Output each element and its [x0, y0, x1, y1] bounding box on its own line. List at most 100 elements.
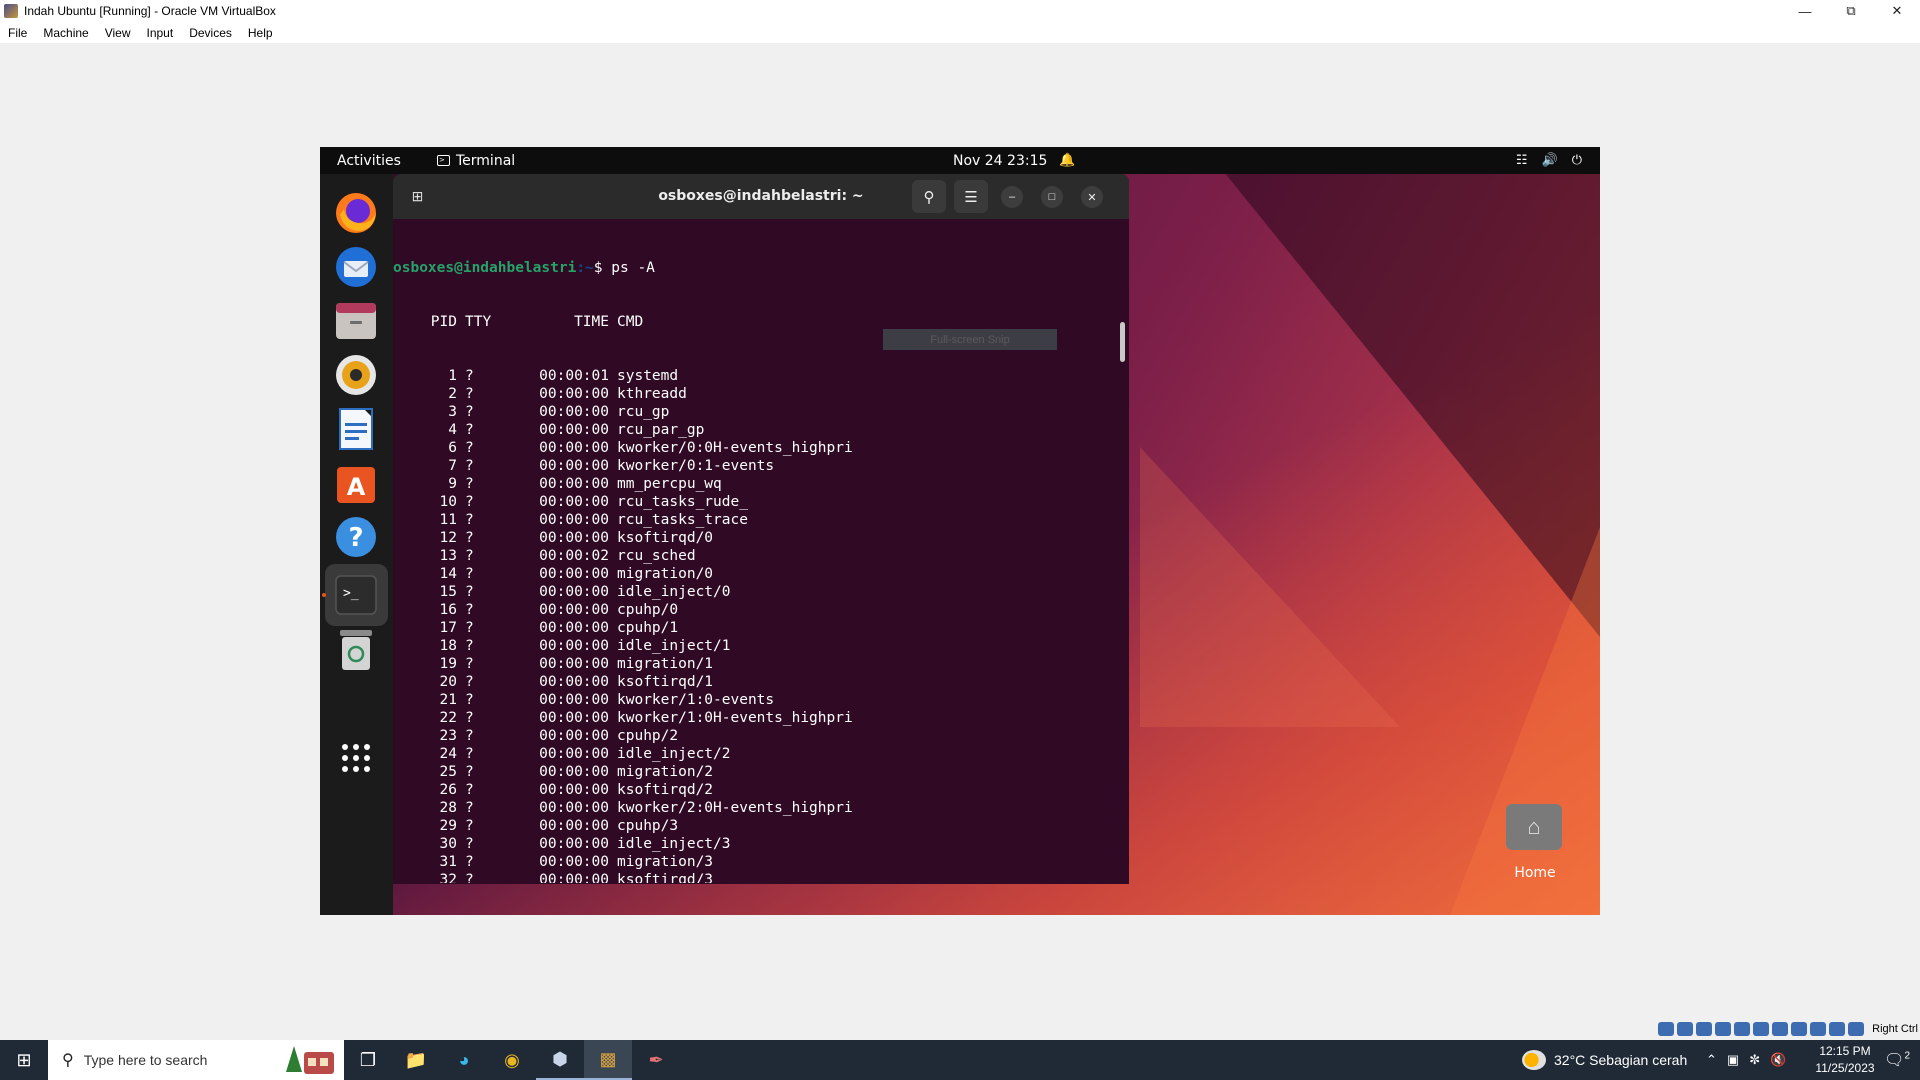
- cpu-icon[interactable]: [1810, 1022, 1826, 1036]
- svg-text:?: ?: [348, 523, 363, 553]
- libreoffice-writer-icon[interactable]: [333, 406, 379, 452]
- prompt-path: :~: [576, 260, 594, 276]
- taskbar-snipping-tool[interactable]: ✒: [632, 1040, 680, 1080]
- menu-view[interactable]: View: [97, 26, 139, 40]
- guest-screen[interactable]: Activities > Terminal Nov 24 23:15 🔔 ☷ 🔊…: [320, 147, 1600, 915]
- notification-center-button[interactable]: 🗨2: [1884, 1050, 1910, 1070]
- mouse-integration-icon[interactable]: [1829, 1022, 1845, 1036]
- process-time: 00:00:00: [539, 386, 609, 402]
- desktop-home-icon[interactable]: ⌂: [1506, 804, 1564, 852]
- process-tty: ?: [465, 872, 474, 883]
- terminal-window[interactable]: ⊞ osboxes@indahbelastri: ~ ⚲ ☰ – □ ✕ osb…: [393, 174, 1129, 884]
- process-cmd: idle_inject/0: [617, 584, 731, 600]
- usb-icon[interactable]: [1734, 1022, 1750, 1036]
- terminal-scrollbar[interactable]: [1120, 322, 1125, 362]
- camera-icon[interactable]: ▣: [1727, 1052, 1739, 1068]
- weather-widget[interactable]: 32°C Sebagian cerah: [1522, 1040, 1687, 1080]
- running-indicator: [322, 593, 326, 597]
- close-icon[interactable]: ✕: [1874, 0, 1920, 22]
- process-row: 16? 00:00:00 cpuhp/0: [393, 601, 1129, 619]
- taskbar-edge[interactable]: ◕: [440, 1040, 488, 1080]
- process-time: 00:00:00: [539, 440, 609, 456]
- process-cmd: cpuhp/1: [617, 620, 679, 636]
- process-time: 00:00:00: [539, 584, 609, 600]
- process-pid: 22: [439, 710, 457, 726]
- menu-input[interactable]: Input: [139, 26, 182, 40]
- process-cmd: systemd: [617, 368, 679, 384]
- minimize-icon[interactable]: —: [1782, 0, 1828, 22]
- process-row: 11? 00:00:00 rcu_tasks_trace: [393, 511, 1129, 529]
- taskbar-file-explorer[interactable]: 📁: [392, 1040, 440, 1080]
- menu-button[interactable]: ☰: [954, 180, 988, 213]
- rhythmbox-icon[interactable]: [333, 352, 379, 398]
- menu-devices[interactable]: Devices: [181, 26, 240, 40]
- files-icon[interactable]: [333, 298, 379, 344]
- task-view-button[interactable]: ❐: [344, 1040, 392, 1080]
- menu-machine[interactable]: Machine: [35, 26, 96, 40]
- app-name: Terminal: [456, 152, 516, 169]
- process-pid: 3: [448, 404, 457, 420]
- process-cmd: kthreadd: [617, 386, 687, 402]
- shared-folders-icon[interactable]: [1753, 1022, 1769, 1036]
- process-row: 17? 00:00:00 cpuhp/1: [393, 619, 1129, 637]
- virtualbox-vm-icon: ▩: [599, 1048, 617, 1069]
- process-cmd: cpuhp/0: [617, 602, 679, 618]
- minimize-button[interactable]: –: [1001, 186, 1023, 208]
- process-row: 10? 00:00:00 rcu_tasks_rude_: [393, 493, 1129, 511]
- app-center-icon[interactable]: A: [333, 460, 379, 506]
- show-apps-icon[interactable]: [333, 735, 379, 781]
- process-pid: 6: [448, 440, 457, 456]
- audio-icon[interactable]: [1696, 1022, 1712, 1036]
- thunderbird-icon[interactable]: [333, 244, 379, 290]
- app-menu-terminal[interactable]: > Terminal: [437, 153, 515, 169]
- process-tty: ?: [465, 746, 474, 762]
- optical-drive-icon[interactable]: [1677, 1022, 1693, 1036]
- process-pid: 2: [448, 386, 457, 402]
- process-cmd: kworker/2:0H-events_highpri: [617, 800, 853, 816]
- display-icon[interactable]: [1772, 1022, 1788, 1036]
- taskbar-virtualbox-manager[interactable]: ⬢: [536, 1040, 584, 1080]
- system-tray[interactable]: ☷ 🔊 ⏻: [1516, 153, 1582, 168]
- clock[interactable]: Nov 24 23:15: [953, 153, 1047, 169]
- menu-file[interactable]: File: [0, 26, 35, 40]
- vbox-menubar: File Machine View Input Devices Help: [0, 22, 1920, 43]
- menu-help[interactable]: Help: [240, 26, 281, 40]
- taskbar-clock[interactable]: 12:15 PM 11/25/2023: [1800, 1043, 1890, 1077]
- chevron-up-icon[interactable]: ⌃: [1706, 1052, 1717, 1068]
- process-cmd: migration/3: [617, 854, 714, 870]
- vbox-titlebar: Indah Ubuntu [Running] - Oracle VM Virtu…: [0, 0, 1920, 22]
- process-time: 00:00:00: [539, 854, 609, 870]
- close-button[interactable]: ✕: [1081, 186, 1103, 208]
- wifi-icon[interactable]: ✼: [1749, 1052, 1760, 1068]
- snipping-tool-icon: ✒: [648, 1049, 664, 1070]
- network-icon[interactable]: [1715, 1022, 1731, 1036]
- keyboard-icon[interactable]: [1848, 1022, 1864, 1036]
- process-row: 1? 00:00:01 systemd: [393, 367, 1129, 385]
- start-button[interactable]: ⊞: [0, 1040, 48, 1080]
- search-button[interactable]: ⚲: [912, 180, 946, 213]
- taskbar-search[interactable]: ⚲ Type here to search: [48, 1040, 344, 1080]
- help-icon[interactable]: ?: [333, 514, 379, 560]
- weather-text: 32°C Sebagian cerah: [1554, 1052, 1688, 1068]
- process-time: 00:00:00: [539, 404, 609, 420]
- hdd-icon[interactable]: [1658, 1022, 1674, 1036]
- maximize-button[interactable]: □: [1041, 186, 1063, 208]
- process-tty: ?: [465, 854, 474, 870]
- maximize-icon: □: [1048, 191, 1056, 203]
- restore-icon[interactable]: ⧉: [1828, 0, 1874, 22]
- firefox-icon[interactable]: [333, 190, 379, 236]
- taskbar-virtualbox-vm[interactable]: ▩: [584, 1040, 632, 1080]
- notification-bell-icon[interactable]: 🔔: [1059, 153, 1075, 168]
- taskbar-chrome[interactable]: ◉: [488, 1040, 536, 1080]
- terminal-headerbar[interactable]: ⊞ osboxes@indahbelastri: ~ ⚲ ☰ – □ ✕: [393, 174, 1129, 219]
- trash-icon[interactable]: [333, 627, 379, 673]
- recording-icon[interactable]: [1791, 1022, 1807, 1036]
- terminal-icon[interactable]: >_: [333, 572, 379, 618]
- edge-icon: ◕: [458, 1049, 470, 1070]
- process-pid: 20: [439, 674, 457, 690]
- terminal-output[interactable]: osboxes@indahbelastri:~$ ps -A PID TTY TIM…: [393, 223, 1129, 883]
- volume-muted-icon[interactable]: 🔇: [1770, 1052, 1786, 1068]
- search-icon: ⚲: [923, 188, 935, 206]
- activities-button[interactable]: Activities: [337, 153, 401, 169]
- process-row: 22? 00:00:00 kworker/1:0H-events_highpri: [393, 709, 1129, 727]
